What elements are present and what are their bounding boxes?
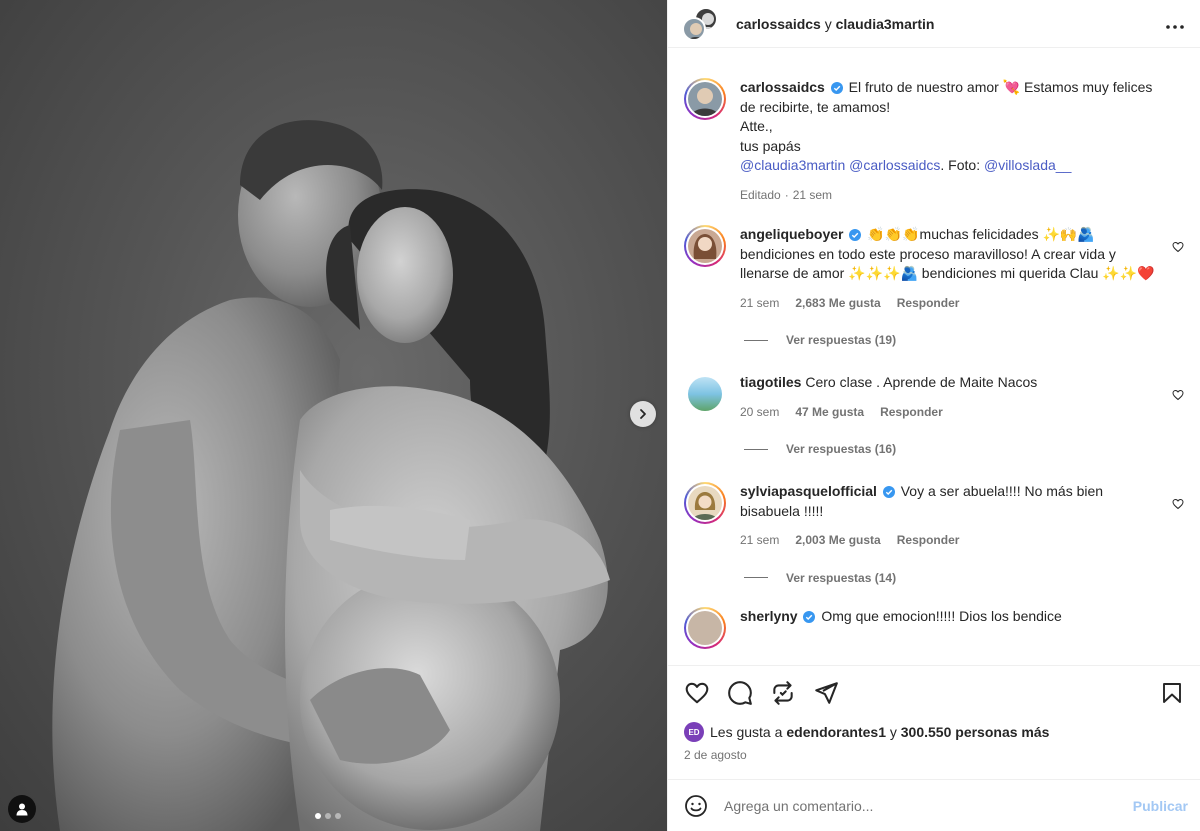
author-username[interactable]: carlossaidcs xyxy=(736,16,821,32)
avatar-image xyxy=(691,88,719,116)
liker-username[interactable]: edendorantes1 xyxy=(786,724,886,740)
caption-username[interactable]: carlossaidcs xyxy=(740,79,825,95)
post-caption: carlossaidcs El fruto de nuestro amor 💘 … xyxy=(684,78,1184,205)
comment-text: Omg que emocion!!!!! Dios los bendice xyxy=(821,607,1062,624)
verified-badge-icon xyxy=(849,229,862,241)
mention-link[interactable]: @claudia3martin xyxy=(740,157,845,173)
post-photo[interactable] xyxy=(0,0,667,831)
comment-username[interactable]: sylviapasquelofficial xyxy=(740,483,877,499)
avatar[interactable] xyxy=(688,377,722,411)
post-authors: carlossaidcs y claudia3martin xyxy=(736,16,934,32)
caption-text: Atte., xyxy=(740,118,773,134)
avatar[interactable] xyxy=(684,225,726,267)
post-sidebar: carlossaidcs y claudia3martin carlossaid… xyxy=(667,0,1200,831)
verified-badge-icon xyxy=(803,610,816,623)
view-replies-button[interactable]: Ver respuestas (16) xyxy=(744,442,1184,456)
more-horizontal-icon xyxy=(1166,25,1184,29)
carousel-next-button[interactable] xyxy=(630,401,656,427)
chevron-right-icon xyxy=(640,409,646,419)
author-username[interactable]: claudia3martin xyxy=(836,16,935,32)
likes-summary: ED Les gusta a edendorantes1 y 300.550 p… xyxy=(684,722,1184,742)
avatar[interactable] xyxy=(684,482,726,524)
caption-time[interactable]: 21 sem xyxy=(793,186,832,206)
comment-likes[interactable]: 2,003 Me gusta xyxy=(795,531,880,551)
like-comment-heart-icon[interactable] xyxy=(1172,389,1184,401)
post-actions: ED Les gusta a edendorantes1 y 300.550 p… xyxy=(668,665,1200,779)
comment: sherlyny Omg que emocion!!!!! Dios los b… xyxy=(684,606,1184,649)
comment: angeliqueboyer 👏👏👏muchas felicidades ✨🙌🫂… xyxy=(684,225,1184,313)
comment-time[interactable]: 21 sem xyxy=(740,294,779,314)
carousel-dot xyxy=(325,813,331,819)
comment-input[interactable] xyxy=(724,797,1133,814)
comment: tiagotiles Cero clase . Aprende de Maite… xyxy=(684,373,1184,422)
comment-time[interactable]: 20 sem xyxy=(740,403,779,423)
like-comment-heart-icon[interactable] xyxy=(1172,498,1184,510)
avatar-image xyxy=(693,234,717,259)
comment-likes[interactable]: 47 Me gusta xyxy=(795,403,864,423)
comment-username[interactable]: sherlyny xyxy=(740,608,798,624)
like-comment-heart-icon[interactable] xyxy=(1172,241,1184,253)
avatar-image xyxy=(689,22,703,39)
comment-username[interactable]: angeliqueboyer xyxy=(740,226,843,242)
photo-illustration xyxy=(52,120,610,831)
avatar[interactable]: ED xyxy=(684,722,704,742)
comment-icon[interactable] xyxy=(727,680,753,706)
likes-count[interactable]: 300.550 personas más xyxy=(901,724,1050,740)
avatar-image xyxy=(692,492,718,520)
reply-button[interactable]: Responder xyxy=(897,294,960,314)
avatar[interactable] xyxy=(684,78,726,120)
add-comment-bar: Publicar xyxy=(668,779,1200,831)
mention-link[interactable]: @carlossaidcs xyxy=(849,157,940,173)
publish-button[interactable]: Publicar xyxy=(1133,798,1188,814)
caption-text: . Foto: xyxy=(940,157,984,173)
likes-prefix: Les gusta a xyxy=(710,724,783,740)
reply-button[interactable]: Responder xyxy=(880,403,943,423)
view-replies-button[interactable]: Ver respuestas (19) xyxy=(744,333,1184,347)
carousel-dot xyxy=(335,813,341,819)
reply-button[interactable]: Responder xyxy=(897,531,960,551)
heart-icon[interactable] xyxy=(684,680,710,706)
user-icon xyxy=(16,803,28,816)
comment-text: Cero clase . Aprende de Maite Nacos xyxy=(805,374,1038,390)
author-connector: y xyxy=(824,15,832,32)
comment-likes[interactable]: 2,683 Me gusta xyxy=(795,294,880,314)
comments-section[interactable]: carlossaidcs El fruto de nuestro amor 💘 … xyxy=(668,48,1200,665)
more-options-button[interactable] xyxy=(1166,13,1184,34)
comment-time[interactable]: 21 sem xyxy=(740,531,779,551)
comment-username[interactable]: tiagotiles xyxy=(740,374,801,390)
share-icon[interactable] xyxy=(813,680,839,706)
carousel-indicator xyxy=(315,813,341,819)
collab-avatars[interactable] xyxy=(682,6,720,41)
mention-link[interactable]: @villoslada__ xyxy=(984,157,1071,173)
repost-icon[interactable] xyxy=(770,680,796,706)
smiley-icon[interactable] xyxy=(684,794,708,818)
likes-connector: y xyxy=(885,724,901,740)
verified-badge-icon xyxy=(830,82,843,94)
post-date[interactable]: 2 de agosto xyxy=(684,748,1184,762)
caption-text: tus papás xyxy=(740,137,801,154)
carousel-dot xyxy=(315,813,321,819)
comment: sylviapasquelofficial Voy a ser abuela!!… xyxy=(684,482,1184,551)
post-header: carlossaidcs y claudia3martin xyxy=(668,0,1200,48)
avatar[interactable] xyxy=(684,606,726,649)
view-replies-button[interactable]: Ver respuestas (14) xyxy=(744,571,1184,585)
verified-badge-icon xyxy=(882,486,895,498)
bookmark-icon[interactable] xyxy=(1160,681,1184,705)
tagged-users-button[interactable] xyxy=(8,795,36,823)
avatar[interactable] xyxy=(682,16,706,41)
edited-label: Editado xyxy=(740,187,781,202)
